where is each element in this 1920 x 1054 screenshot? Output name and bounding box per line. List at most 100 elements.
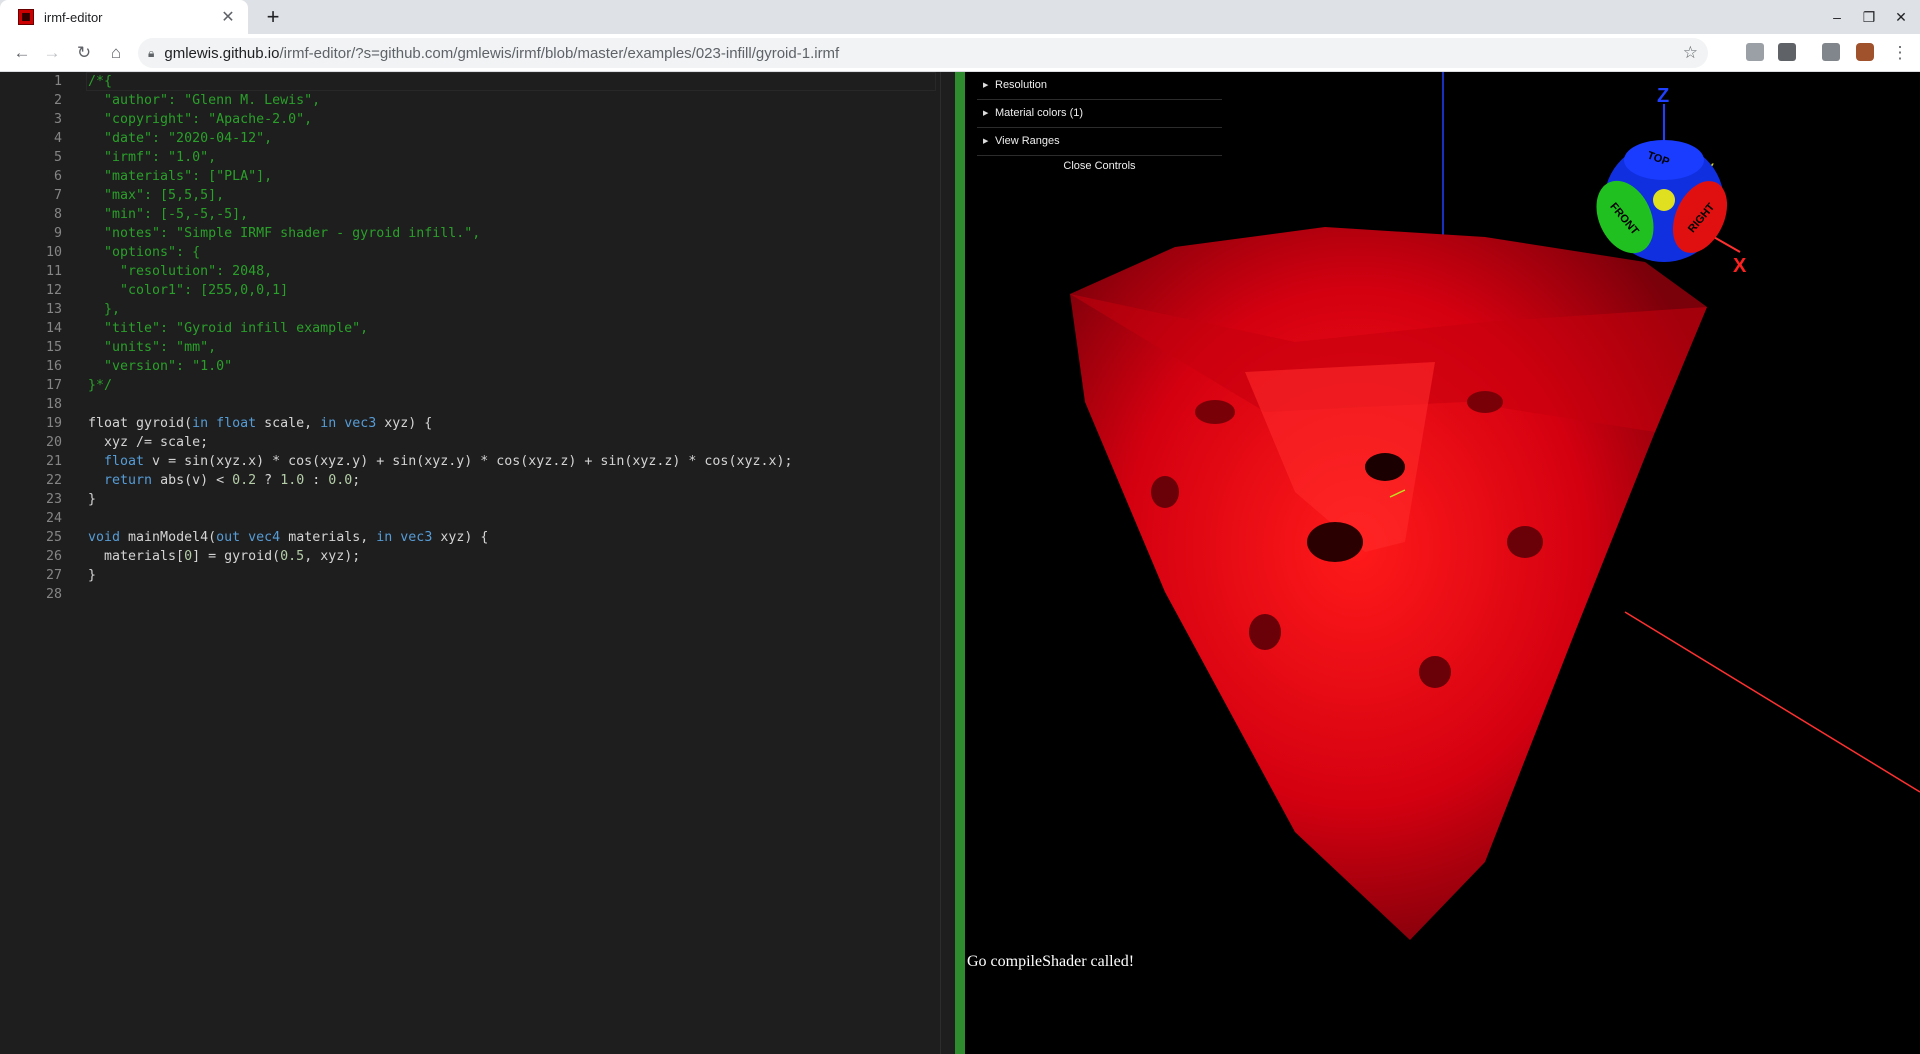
code-line: return abs(v) < 0.2 ? 1.0 : 0.0; <box>88 471 933 490</box>
bookmark-star-icon[interactable]: ☆ <box>1683 38 1698 68</box>
code-line: "date": "2020-04-12", <box>88 131 273 146</box>
code-token: ] = gyroid( <box>192 549 281 564</box>
line-number: 21 <box>45 454 62 469</box>
code-line: materials[0] = gyroid(0.5, xyz); <box>88 547 933 566</box>
3d-viewer[interactable]: Z X Y TOP FRONT RIGHT ▶ Resolution ▶ Mater… <box>965 72 1920 1054</box>
status-message: Go compileShader called! <box>967 953 1135 970</box>
line-number: 27 <box>45 568 62 583</box>
line-number: 22 <box>45 473 62 488</box>
tab-close-icon[interactable]: ✕ <box>218 7 238 27</box>
code-line: "min": [-5,-5,-5], <box>88 207 249 222</box>
irmf-favicon-icon <box>18 9 34 25</box>
code-editor[interactable]: 1 2 3 4 5 6 7 8 9 10 11 12 13 14 15 16 1… <box>0 72 940 1054</box>
controls-panel: ▶ Resolution ▶ Material colors (1) ▶ View R… <box>977 72 1222 176</box>
lock-icon: 🔒︎ <box>148 45 155 60</box>
line-number: 11 <box>45 264 62 279</box>
gizmo-center <box>1653 189 1675 211</box>
code-keyword: float <box>104 454 145 469</box>
folder-triangle-icon: ▶ <box>983 82 989 89</box>
new-tab-button[interactable]: + <box>260 4 286 30</box>
tab-title: irmf-editor <box>44 9 103 25</box>
tab-irmf-editor[interactable]: irmf-editor ✕ <box>0 0 248 34</box>
code-token: abs(v) < <box>152 473 233 488</box>
code-keyword: vec4 <box>248 530 281 545</box>
material-colors-folder[interactable]: ▶ Material colors (1) <box>977 100 1222 128</box>
code-lines[interactable]: /*{ "author": "Glenn M. Lewis", "copyrig… <box>88 72 933 604</box>
line-number: 9 <box>53 226 62 241</box>
address-bar[interactable]: 🔒︎ gmlewis.github.io/irmf-editor/?s=gith… <box>138 38 1708 68</box>
back-icon[interactable]: ← <box>8 39 36 67</box>
code-keyword: vec3 <box>400 530 433 545</box>
code-token: float gyroid( <box>88 416 193 431</box>
view-ranges-folder[interactable]: ▶ View Ranges <box>977 128 1222 156</box>
line-number: 2 <box>53 93 62 108</box>
url-path: /irmf-editor/?s=github.com/gmlewis/irmf/… <box>279 44 840 62</box>
gyroid-hole <box>1365 453 1405 481</box>
line-number: 15 <box>45 340 62 355</box>
extension-icon[interactable] <box>1778 43 1796 61</box>
line-number: 26 <box>45 549 62 564</box>
code-keyword: return <box>104 473 153 488</box>
3d-render-canvas[interactable]: Z X Y TOP FRONT RIGHT <box>965 72 1920 1054</box>
code-keyword: in <box>192 416 209 431</box>
code-line: "resolution": 2048, <box>88 264 273 279</box>
resolution-folder[interactable]: ▶ Resolution <box>977 72 1222 100</box>
reload-icon[interactable]: ↻ <box>70 39 98 67</box>
code-line: float gyroid(in float scale, in vec3 xyz… <box>88 414 933 433</box>
code-line: "units": "mm", <box>88 340 217 355</box>
gizmo-z-label: Z <box>1657 85 1669 107</box>
line-number: 8 <box>53 207 62 222</box>
folder-triangle-icon: ▶ <box>983 110 989 117</box>
window-close-button[interactable]: ✕ <box>1884 0 1918 34</box>
code-line: /*{ <box>88 74 113 89</box>
code-keyword: in <box>320 416 337 431</box>
code-line: "options": { <box>88 245 201 260</box>
gyroid-hole <box>1195 400 1235 424</box>
line-number: 20 <box>45 435 62 450</box>
media-control-icon[interactable] <box>1822 43 1840 61</box>
home-icon[interactable]: ⌂ <box>102 39 130 67</box>
gyroid-hole <box>1507 526 1543 558</box>
code-line: } <box>88 568 97 583</box>
line-number: 25 <box>45 530 62 545</box>
code-number: 0.0 <box>328 473 353 488</box>
code-token: mainModel4( <box>120 530 217 545</box>
code-token: , xyz); <box>304 549 361 564</box>
profile-avatar[interactable] <box>1856 43 1874 61</box>
gyroid-hole <box>1419 656 1451 688</box>
menu-icon[interactable]: ⋮ <box>1886 39 1914 67</box>
code-line: "copyright": "Apache-2.0", <box>88 112 313 127</box>
code-line: }*/ <box>88 378 113 393</box>
code-keyword: void <box>88 530 121 545</box>
url-host: gmlewis.github.io <box>164 44 280 62</box>
line-number: 3 <box>53 112 62 127</box>
gyroid-hole <box>1151 476 1179 508</box>
line-number: 6 <box>53 169 62 184</box>
code-token: xyz) { <box>432 530 489 545</box>
pane-splitter[interactable] <box>955 72 965 1054</box>
minimize-button[interactable]: – <box>1820 0 1854 34</box>
close-controls-button[interactable]: Close Controls <box>977 156 1222 176</box>
code-token: ; <box>352 473 361 488</box>
orientation-gizmo: Z X Y TOP FRONT RIGHT <box>1596 85 1747 277</box>
line-number: 19 <box>45 416 62 431</box>
code-token: materials, <box>280 530 377 545</box>
line-number: 7 <box>53 188 62 203</box>
code-line: "notes": "Simple IRMF shader - gyroid in… <box>88 226 481 241</box>
code-line: "color1": [255,0,0,1] <box>88 283 289 298</box>
code-line: "version": "1.0" <box>88 359 233 374</box>
extension-icon[interactable] <box>1746 43 1764 61</box>
code-keyword: float <box>216 416 257 431</box>
code-line: "title": "Gyroid infill example", <box>88 321 369 336</box>
restore-button[interactable]: ❐ <box>1852 0 1886 34</box>
line-number: 12 <box>45 283 62 298</box>
forward-icon[interactable]: → <box>38 39 66 67</box>
line-number: 24 <box>45 511 62 526</box>
editor-scrollbar[interactable] <box>940 72 955 1054</box>
line-number-gutter: 1 2 3 4 5 6 7 8 9 10 11 12 13 14 15 16 1… <box>0 72 70 604</box>
x-axis-line <box>1624 611 1920 793</box>
